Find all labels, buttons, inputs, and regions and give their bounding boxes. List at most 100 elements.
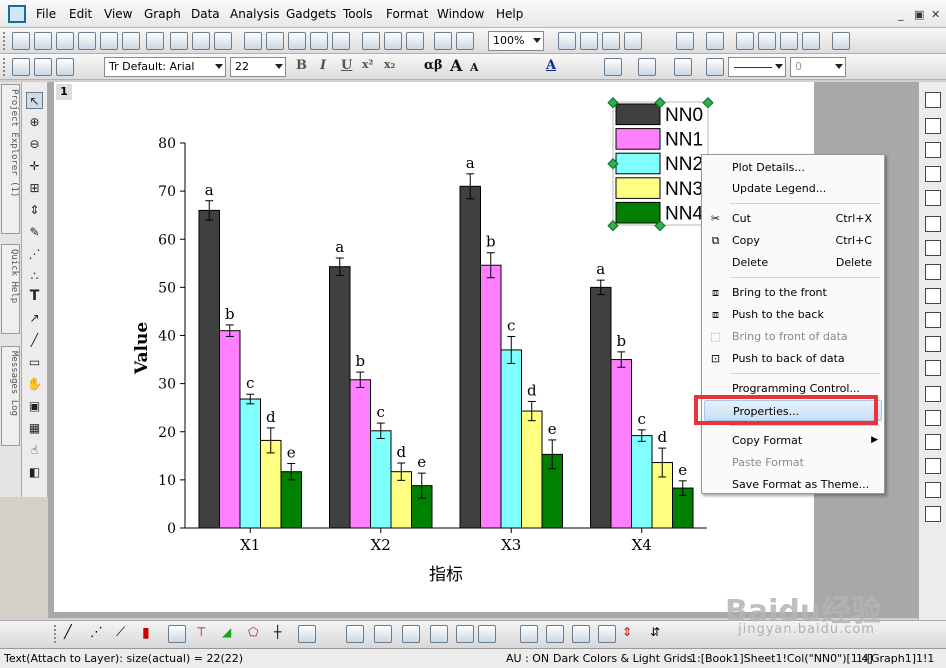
template-icon[interactable] bbox=[298, 625, 316, 643]
align-layers-icon[interactable] bbox=[925, 118, 941, 134]
scissors-icon: ✂ bbox=[710, 212, 721, 225]
submenu-arrow-icon: ▶ bbox=[871, 435, 878, 445]
bar bbox=[239, 398, 261, 529]
right-axis-icon[interactable] bbox=[925, 360, 941, 376]
scatter-plot-icon[interactable]: ⋰ bbox=[90, 625, 108, 643]
color-scale-icon[interactable] bbox=[925, 458, 941, 474]
3d-scatter-icon[interactable] bbox=[430, 625, 448, 643]
menu-item-label: Plot Details... bbox=[732, 161, 805, 174]
column-plot-icon[interactable]: ▮ bbox=[142, 625, 160, 643]
resize-layer-icon[interactable] bbox=[925, 190, 941, 206]
legend-swatch bbox=[615, 177, 661, 199]
polar-plot-icon[interactable]: ⬠ bbox=[248, 625, 266, 643]
add-axis-icon[interactable] bbox=[925, 312, 941, 328]
3d-bar-icon[interactable] bbox=[402, 625, 420, 643]
menu-shortcut: Delete bbox=[835, 256, 872, 269]
menu-item-label: Push to the back bbox=[732, 308, 824, 321]
x-tick-label: X2 bbox=[371, 536, 391, 554]
legend-icon[interactable] bbox=[925, 386, 941, 402]
menu-separator bbox=[730, 277, 880, 278]
merge-icon[interactable] bbox=[925, 240, 941, 256]
y-tick-label: 30 bbox=[158, 377, 176, 393]
swap-layer-icon[interactable] bbox=[925, 216, 941, 232]
top-axis-icon[interactable] bbox=[925, 336, 941, 352]
bring-front-data-icon: ⬚ bbox=[710, 330, 721, 343]
3d-surface-icon[interactable] bbox=[346, 625, 364, 643]
menu-item-label: Cut bbox=[732, 212, 751, 225]
context-menu: Plot Details... Update Legend... ✂ Cut Ctr… bbox=[701, 154, 885, 494]
bar bbox=[610, 359, 632, 529]
legend-swatch bbox=[615, 201, 661, 224]
menu-push-back-data[interactable]: ⊡ Push to back of data bbox=[702, 348, 884, 369]
significance-label: b bbox=[355, 352, 365, 370]
push-back-data-icon: ⊡ bbox=[710, 352, 721, 365]
menu-bring-front-data: ⬚ Bring to front of data bbox=[702, 326, 884, 347]
significance-label: e bbox=[287, 444, 296, 462]
y-tick-label: 50 bbox=[158, 280, 176, 296]
bar bbox=[521, 410, 543, 529]
rescale-icon[interactable] bbox=[925, 434, 941, 450]
highlight-box bbox=[694, 395, 878, 425]
table-icon[interactable] bbox=[925, 506, 941, 522]
status-column: 1:[Book1]Sheet1!Col("NN0")[1:4] bbox=[690, 652, 873, 665]
toolbar-grip[interactable] bbox=[54, 625, 58, 643]
significance-label: b bbox=[486, 233, 496, 251]
significance-label: c bbox=[638, 410, 646, 428]
copy-icon: ⧉ bbox=[711, 234, 720, 247]
menu-plot-details[interactable]: Plot Details... bbox=[702, 157, 884, 178]
y-tick-label: 40 bbox=[158, 329, 176, 345]
significance-label: d bbox=[527, 381, 537, 399]
significance-label: a bbox=[335, 238, 344, 256]
contour-plot-icon[interactable] bbox=[168, 625, 186, 643]
line-plot-icon[interactable]: ╱ bbox=[64, 625, 82, 643]
clock-icon[interactable] bbox=[925, 482, 941, 498]
area-plot-icon[interactable]: ◢ bbox=[222, 625, 240, 643]
mask-color-icon[interactable]: ⇕ bbox=[622, 625, 640, 643]
unmask-icon[interactable] bbox=[572, 625, 590, 643]
bar bbox=[349, 379, 371, 529]
significance-label: d bbox=[396, 443, 406, 461]
selection-handle bbox=[702, 97, 714, 109]
watermark-url: jingyan.baidu.com bbox=[738, 622, 875, 637]
significance-label: b bbox=[225, 305, 235, 323]
menu-copy[interactable]: ⧉ Copy Ctrl+C bbox=[702, 230, 884, 251]
bar bbox=[260, 439, 282, 529]
layer-icon[interactable] bbox=[925, 92, 941, 108]
legend-swatch bbox=[615, 152, 661, 175]
menu-bring-front[interactable]: ⧈ Bring to the front bbox=[702, 282, 884, 303]
extract-icon[interactable] bbox=[925, 264, 941, 280]
significance-label: d bbox=[657, 428, 667, 446]
menu-separator bbox=[730, 203, 880, 204]
status-message: Text(Attach to Layer): size(actual) = 22… bbox=[4, 652, 244, 665]
stock-plot-icon[interactable]: ┼ bbox=[274, 625, 292, 643]
sort-icon[interactable]: ⇵ bbox=[650, 625, 668, 643]
add-layer-icon[interactable] bbox=[925, 288, 941, 304]
3d-wire-icon[interactable] bbox=[374, 625, 392, 643]
y-tick-label: 80 bbox=[158, 136, 176, 152]
bar bbox=[198, 209, 220, 529]
bar bbox=[329, 266, 351, 529]
menu-separator bbox=[730, 373, 880, 374]
mask-point-icon[interactable] bbox=[520, 625, 538, 643]
menu-save-format-theme[interactable]: Save Format as Theme... bbox=[702, 474, 884, 495]
grid-2x2-icon[interactable] bbox=[925, 142, 941, 158]
line-symbol-icon[interactable]: ⟋ bbox=[116, 625, 134, 643]
bar bbox=[500, 349, 522, 529]
menu-shortcut: Ctrl+C bbox=[835, 234, 872, 247]
mask-range-icon[interactable] bbox=[546, 625, 564, 643]
timestamp-icon[interactable] bbox=[925, 410, 941, 426]
push-back-icon: ⧈ bbox=[712, 308, 719, 321]
significance-label: b bbox=[616, 332, 626, 350]
menu-cut[interactable]: ✂ Cut Ctrl+X bbox=[702, 208, 884, 229]
menu-copy-format[interactable]: Copy Format ▶ bbox=[702, 430, 884, 451]
menu-push-back[interactable]: ⧈ Push to the back bbox=[702, 304, 884, 325]
3d-ribbon-icon[interactable] bbox=[456, 625, 474, 643]
y-tick-label: 20 bbox=[158, 425, 176, 441]
box-plot-icon[interactable]: ⊤ bbox=[196, 625, 214, 643]
swap-mask-icon[interactable] bbox=[598, 625, 616, 643]
grid-3x3-icon[interactable] bbox=[925, 166, 941, 182]
menu-delete[interactable]: Delete Delete bbox=[702, 252, 884, 273]
menu-update-legend[interactable]: Update Legend... bbox=[702, 178, 884, 199]
3d-wall-icon[interactable] bbox=[478, 625, 496, 643]
x-axis-title: 指标 bbox=[429, 565, 463, 585]
